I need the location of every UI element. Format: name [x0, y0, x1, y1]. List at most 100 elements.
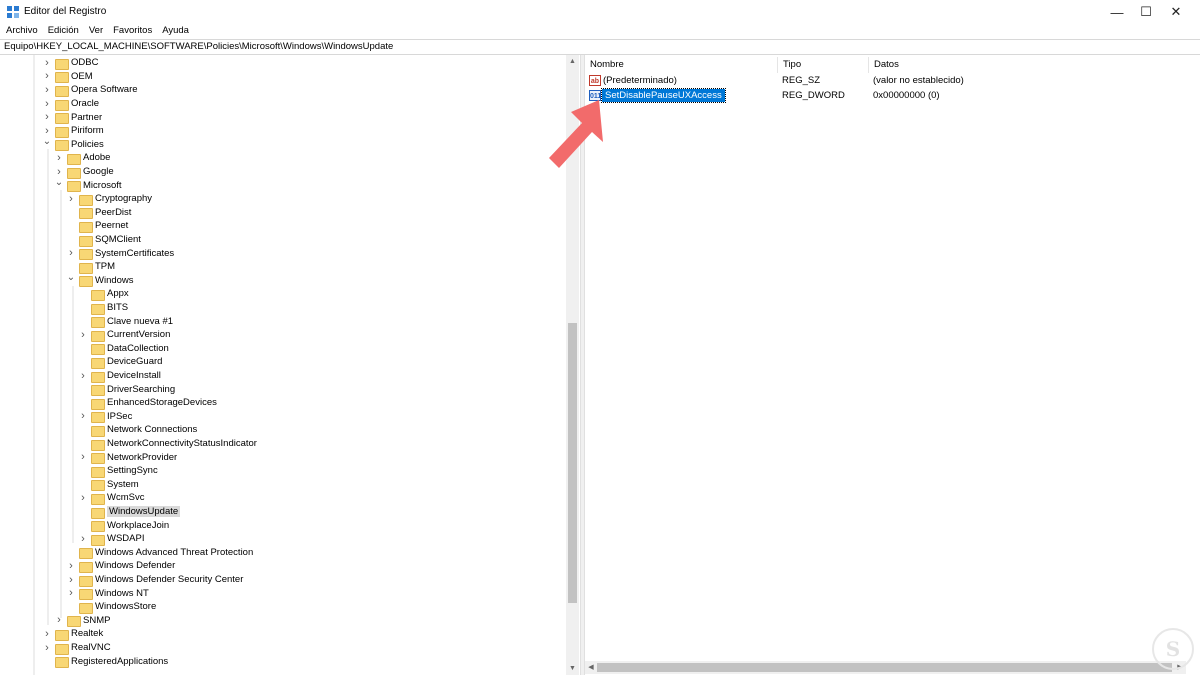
tree-node[interactable]: › WcmSvc — [78, 491, 144, 505]
chevron-right-icon[interactable]: › — [42, 84, 52, 96]
chevron-right-icon[interactable]: › — [42, 57, 52, 69]
chevron-down-icon[interactable]: ⌄ — [54, 177, 64, 188]
chevron-right-icon[interactable]: › — [42, 98, 52, 110]
folder-icon — [55, 99, 69, 111]
scroll-down-icon[interactable]: ▼ — [566, 662, 579, 675]
tree-scrollbar-thumb[interactable] — [568, 323, 577, 603]
tree-node[interactable]: BITS — [78, 301, 128, 315]
tree-node-label: SettingSync — [107, 465, 158, 477]
tree-node[interactable]: WorkplaceJoin — [78, 518, 169, 533]
menu-ver[interactable]: Ver — [89, 24, 103, 39]
column-header-data[interactable]: Datos — [874, 59, 899, 70]
tree-node-label: DeviceInstall — [107, 370, 161, 382]
tree-node[interactable]: RegisteredApplications — [42, 654, 168, 669]
values-horizontal-scrollbar[interactable]: ◀ ▶ — [585, 661, 1186, 674]
tree-node[interactable]: › NetworkProvider — [78, 450, 177, 465]
tree-node[interactable]: NetworkConnectivityStatusIndicator — [78, 437, 257, 451]
tree-node[interactable]: › Opera Software — [42, 83, 138, 97]
chevron-right-icon[interactable]: › — [42, 111, 52, 123]
tree-node[interactable]: › OEM — [42, 70, 93, 84]
close-button[interactable]: ✕ — [1153, 0, 1199, 24]
tree-node[interactable]: › Windows Defender — [66, 559, 175, 573]
chevron-right-icon[interactable]: › — [78, 410, 88, 422]
menu-edicion[interactable]: Edición — [48, 24, 79, 39]
column-header-type[interactable]: Tipo — [783, 59, 801, 70]
folder-icon — [91, 384, 105, 397]
column-header-name[interactable]: Nombre — [590, 59, 624, 70]
column-divider[interactable] — [777, 57, 778, 73]
tree-node[interactable]: › IPSec — [78, 410, 132, 424]
tree-node[interactable]: › SystemCertificates — [66, 246, 174, 261]
tree-node[interactable]: › Windows Defender Security Center — [66, 573, 243, 587]
column-divider[interactable] — [868, 57, 869, 73]
values-scrollbar-thumb[interactable] — [597, 663, 1172, 672]
tree-node[interactable]: Appx — [78, 287, 129, 301]
tree-node[interactable]: DriverSearching — [78, 382, 175, 397]
tree-node[interactable]: Clave nueva #1 — [78, 314, 173, 329]
tree-node[interactable]: › Realtek — [42, 627, 103, 641]
folder-icon — [67, 167, 81, 179]
tree-node[interactable]: › Windows NT — [66, 586, 149, 601]
tree-node[interactable]: WindowsStore — [66, 600, 156, 614]
tree-node[interactable]: SQMClient — [66, 233, 141, 247]
folder-icon — [79, 561, 93, 573]
chevron-right-icon[interactable]: › — [66, 193, 76, 205]
tree-node[interactable]: › WSDAPI — [78, 532, 144, 546]
tree-node[interactable]: › Partner — [42, 110, 102, 125]
menu-favoritos[interactable]: Favoritos — [113, 24, 152, 39]
tree-node-label: RealVNC — [71, 642, 111, 654]
tree-node[interactable]: › RealVNC — [42, 641, 111, 655]
chevron-right-icon[interactable]: › — [42, 125, 52, 137]
chevron-right-icon[interactable]: › — [78, 492, 88, 504]
tree-node[interactable]: › Adobe — [54, 151, 110, 165]
tree-node-label: Appx — [107, 288, 129, 300]
chevron-right-icon[interactable]: › — [66, 560, 76, 572]
address-path[interactable]: Equipo\HKEY_LOCAL_MACHINE\SOFTWARE\Polic… — [4, 41, 393, 52]
tree-node[interactable]: System — [78, 478, 139, 492]
tree-node-label: NetworkConnectivityStatusIndicator — [107, 438, 257, 450]
chevron-down-icon[interactable]: ⌄ — [42, 136, 52, 147]
tree-node[interactable]: › ODBC — [42, 56, 98, 70]
chevron-right-icon[interactable]: › — [42, 628, 52, 640]
chevron-right-icon[interactable]: › — [42, 70, 52, 82]
tree-node[interactable]: ⌄ Microsoft — [54, 177, 122, 193]
chevron-right-icon[interactable]: › — [66, 587, 76, 599]
scroll-up-icon[interactable]: ▲ — [566, 55, 579, 68]
chevron-right-icon[interactable]: › — [78, 370, 88, 382]
tree-node[interactable]: › Oracle — [42, 97, 99, 111]
scroll-left-icon[interactable]: ◀ — [585, 661, 597, 674]
chevron-right-icon[interactable]: › — [54, 614, 64, 626]
tree-node[interactable]: PeerDist — [66, 206, 131, 220]
tree-node[interactable]: › Piriform — [42, 124, 104, 138]
chevron-right-icon[interactable]: › — [42, 642, 52, 654]
chevron-down-icon[interactable]: ⌄ — [66, 272, 76, 283]
chevron-right-icon[interactable]: › — [78, 533, 88, 545]
address-bar[interactable]: Equipo\HKEY_LOCAL_MACHINE\SOFTWARE\Polic… — [0, 39, 1200, 55]
chevron-right-icon[interactable]: › — [66, 247, 76, 259]
chevron-right-icon[interactable]: › — [78, 451, 88, 463]
menu-ayuda[interactable]: Ayuda — [162, 24, 189, 39]
tree-node[interactable]: ⌄ Policies — [42, 136, 104, 152]
chevron-right-icon[interactable]: › — [54, 166, 64, 178]
tree-node[interactable]: SettingSync — [78, 464, 158, 478]
tree-node[interactable]: › Cryptography — [66, 192, 152, 206]
chevron-right-icon[interactable]: › — [78, 329, 88, 341]
menu-archivo[interactable]: Archivo — [6, 24, 38, 39]
tree-node[interactable]: WindowsUpdate — [78, 505, 181, 519]
tree-node[interactable]: Windows Advanced Threat Protection — [66, 546, 253, 560]
tree-node[interactable]: DataCollection — [78, 342, 169, 356]
tree-node[interactable]: › CurrentVersion — [78, 328, 170, 342]
tree-node[interactable]: Network Connections — [78, 423, 197, 437]
tree-node[interactable]: EnhancedStorageDevices — [78, 396, 217, 410]
tree-node[interactable]: › SNMP — [54, 614, 110, 628]
string-value-icon: ab — [589, 75, 601, 86]
tree-node[interactable]: › DeviceInstall — [78, 369, 161, 383]
tree-node[interactable]: DeviceGuard — [78, 355, 162, 369]
tree-node[interactable]: ⌄ Windows — [66, 272, 134, 288]
annotation-arrow-icon — [549, 100, 603, 168]
value-row-selected[interactable]: 011 SetDisablePauseUXAccess REG_DWORD 0x… — [589, 88, 1189, 103]
chevron-right-icon[interactable]: › — [66, 574, 76, 586]
chevron-right-icon[interactable]: › — [54, 152, 64, 164]
tree-node[interactable]: Peernet — [66, 219, 128, 233]
value-row[interactable]: ab (Predeterminado) REG_SZ (valor no est… — [589, 74, 1189, 88]
